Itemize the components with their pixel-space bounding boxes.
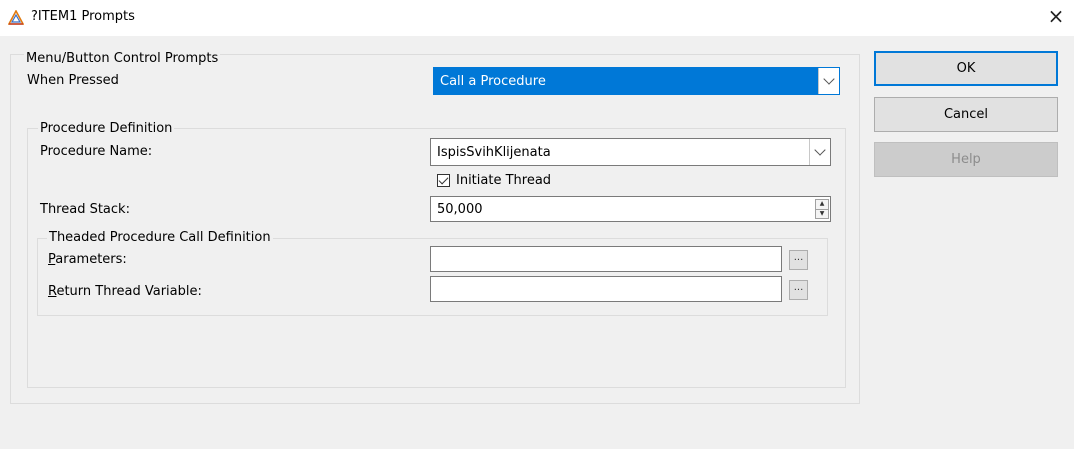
return-variable-label: Return Thread Variable: <box>48 284 202 300</box>
return-variable-input[interactable] <box>430 276 782 302</box>
parameters-input[interactable] <box>430 246 782 272</box>
procedure-group-label: Procedure Definition <box>38 121 175 136</box>
close-icon[interactable]: × <box>1046 6 1066 28</box>
app-triangle-icon <box>8 10 24 25</box>
prompts-group-label: Menu/Button Control Prompts <box>24 51 221 66</box>
title-bar: ?ITEM1 Prompts × <box>0 0 1074 36</box>
dropdown-button[interactable] <box>818 68 839 94</box>
procedure-name-value: IspisSvihKlijenata <box>437 144 551 160</box>
when-pressed-label: When Pressed <box>27 73 119 88</box>
parameters-browse-button[interactable]: ... <box>789 250 808 270</box>
chevron-down-icon <box>823 73 835 85</box>
parameters-label: Parameters: <box>48 252 127 268</box>
thread-stack-input[interactable]: 50,000 ▲ ▼ <box>430 196 831 222</box>
checkmark-icon <box>438 174 449 185</box>
thread-stack-label: Thread Stack: <box>40 202 130 217</box>
return-variable-browse-button[interactable]: ... <box>789 280 808 300</box>
ok-button[interactable]: OK <box>874 51 1058 86</box>
parameters-label-rest: arameters: <box>55 252 127 267</box>
thread-stack-value: 50,000 <box>437 201 483 217</box>
procedure-name-select[interactable]: IspisSvihKlijenata <box>430 138 831 166</box>
help-button: Help <box>874 142 1058 177</box>
thread-stack-spinner[interactable]: ▲ ▼ <box>815 199 829 219</box>
cancel-button[interactable]: Cancel <box>874 97 1058 132</box>
initiate-thread-label[interactable]: Initiate Thread <box>456 173 551 189</box>
chevron-down-icon <box>814 144 826 156</box>
window-title: ?ITEM1 Prompts <box>31 9 135 24</box>
spin-down-icon[interactable]: ▼ <box>816 208 828 219</box>
return-variable-label-rest: eturn Thread Variable: <box>56 284 202 299</box>
when-pressed-select[interactable]: Call a Procedure <box>433 67 840 95</box>
dropdown-button[interactable] <box>809 139 830 165</box>
procedure-name-label: Procedure Name: <box>40 144 153 159</box>
initiate-thread-checkbox[interactable] <box>437 174 450 187</box>
spin-up-icon[interactable]: ▲ <box>816 200 828 209</box>
threaded-group-label: Theaded Procedure Call Definition <box>47 230 273 245</box>
when-pressed-value: Call a Procedure <box>440 73 546 89</box>
